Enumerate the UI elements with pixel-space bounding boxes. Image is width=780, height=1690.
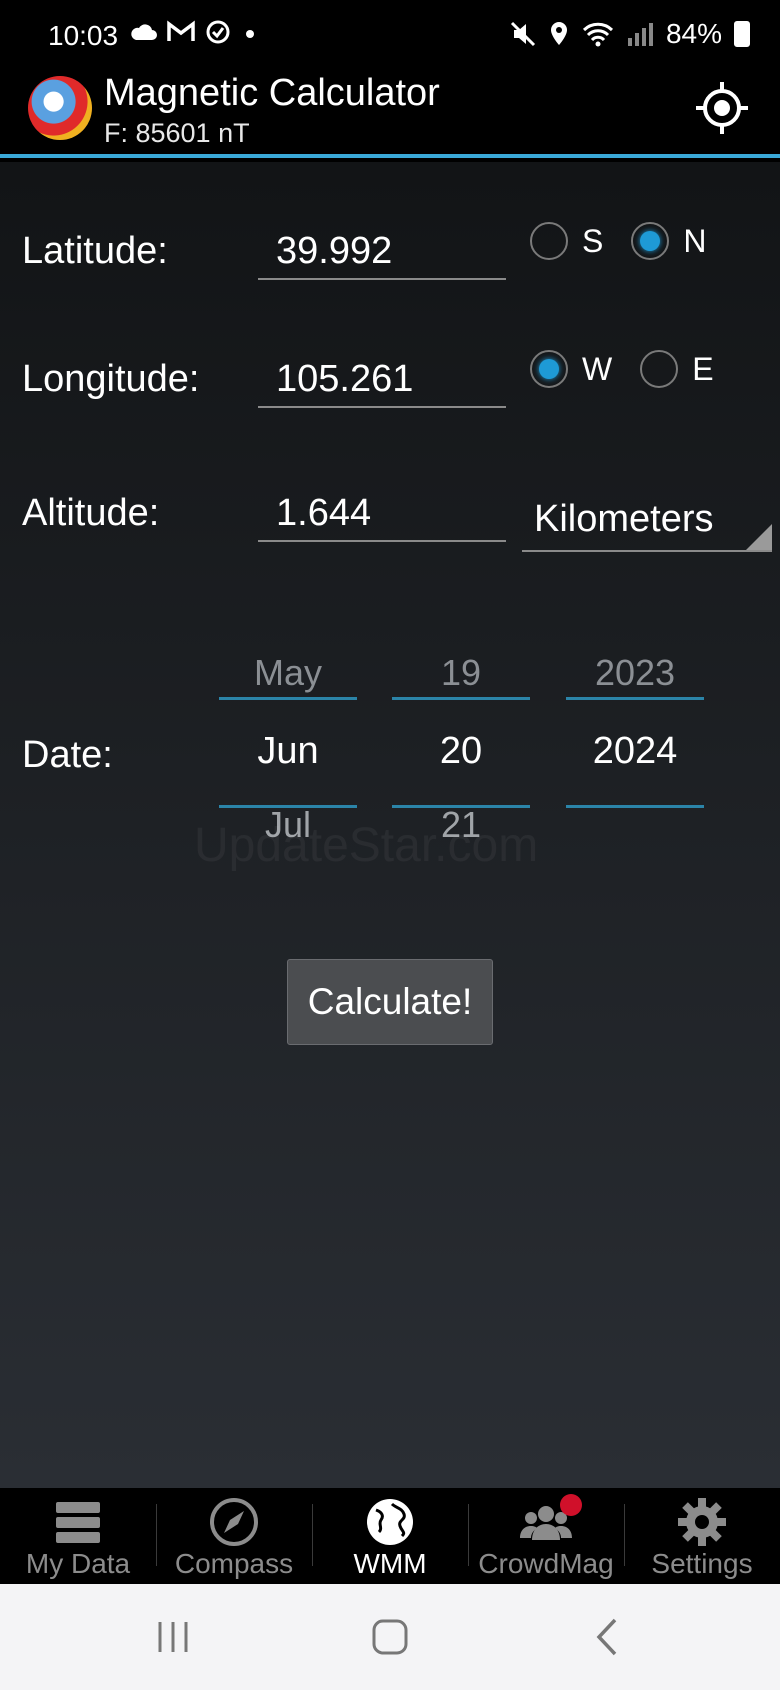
month-current: Jun: [257, 730, 319, 772]
longitude-value: 105.261: [276, 358, 414, 400]
calculate-button[interactable]: Calculate!: [287, 959, 493, 1045]
radio-south[interactable]: [530, 222, 568, 260]
date-label: Date:: [22, 734, 113, 776]
latitude-label: Latitude:: [22, 230, 168, 272]
back-icon[interactable]: [583, 1612, 633, 1662]
dropdown-arrow-icon: [746, 524, 772, 550]
app-title: Magnetic Calculator: [104, 72, 440, 114]
altitude-label: Altitude:: [22, 492, 160, 534]
nav-my-data-label: My Data: [25, 1548, 131, 1579]
battery-text: 84%: [665, 18, 722, 49]
month-divider-bottom: [219, 805, 357, 808]
month-divider-top: [219, 697, 357, 700]
nav-settings[interactable]: Settings: [624, 1488, 780, 1584]
status-icons-left: [128, 18, 260, 46]
altitude-value: 1.644: [276, 492, 372, 534]
field-strength-subtitle: F: 85601 nT: [104, 118, 250, 148]
nav-compass[interactable]: Compass: [156, 1488, 312, 1584]
gear-icon: [678, 1498, 726, 1546]
home-icon[interactable]: [365, 1612, 415, 1662]
nav-crowdmag[interactable]: CrowdMag: [468, 1488, 624, 1584]
latitude-value: 39.992: [276, 230, 393, 272]
crosshair-icon[interactable]: [694, 80, 750, 136]
compass-icon: [210, 1498, 258, 1546]
location-icon: [550, 22, 567, 45]
bottom-nav: My Data Compass WMM CrowdMag Settings: [0, 1488, 780, 1584]
year-current: 2024: [592, 730, 678, 772]
latitude-field[interactable]: 39.992: [258, 224, 506, 280]
day-current: 20: [439, 730, 483, 772]
nav-settings-label: Settings: [651, 1548, 753, 1579]
day-divider-top: [392, 697, 530, 700]
radio-east-label: E: [692, 350, 714, 387]
day-prev[interactable]: 19: [392, 652, 530, 694]
gmail-icon: [167, 20, 195, 41]
longitude-field[interactable]: 105.261: [258, 352, 506, 408]
globe-icon: [367, 1499, 413, 1545]
radio-north-label: N: [683, 222, 707, 259]
app-logo-icon: [28, 76, 92, 140]
radio-south-label: S: [582, 222, 604, 259]
year-picker[interactable]: 2023 2024: [566, 652, 704, 852]
signal-icon: [627, 23, 653, 46]
radio-east[interactable]: [640, 350, 679, 388]
longitude-hemisphere: W E: [530, 350, 742, 388]
recent-apps-icon[interactable]: [148, 1612, 198, 1662]
mute-icon: [510, 21, 536, 47]
nav-wmm[interactable]: WMM: [312, 1488, 468, 1584]
sync-icon: [206, 20, 230, 44]
year-divider-bottom: [566, 805, 704, 808]
database-icon: [56, 1502, 100, 1543]
radio-west[interactable]: [530, 350, 568, 388]
dot-icon: [246, 30, 254, 38]
year-prev[interactable]: 2023: [566, 652, 704, 694]
watermark: UpdateStar.com: [194, 819, 539, 872]
year-divider-top: [566, 697, 704, 700]
latitude-hemisphere: S N: [530, 222, 734, 260]
radio-west-label: W: [582, 350, 613, 387]
day-divider-bottom: [392, 805, 530, 808]
cloud-icon: [131, 24, 157, 40]
longitude-label: Longitude:: [22, 358, 200, 400]
altitude-unit-select[interactable]: Kilometers: [522, 490, 772, 552]
app-bar: Magnetic Calculator F: 85601 nT: [0, 60, 780, 158]
system-nav-bar: [0, 1584, 780, 1690]
status-time: 10:03: [48, 20, 119, 51]
altitude-field[interactable]: 1.644: [258, 486, 506, 542]
nav-compass-label: Compass: [174, 1548, 294, 1579]
wifi-icon: [582, 22, 614, 47]
notification-badge: [560, 1494, 582, 1516]
battery-icon: [734, 21, 750, 47]
month-prev[interactable]: May: [219, 652, 357, 694]
main-content: Latitude: 39.992 S N Longitude: 105.261 …: [0, 162, 780, 1488]
altitude-unit-value: Kilometers: [534, 498, 714, 540]
nav-wmm-label: WMM: [353, 1548, 427, 1579]
status-bar: 10:03 84%: [0, 0, 780, 60]
nav-my-data[interactable]: My Data: [0, 1488, 156, 1584]
radio-north[interactable]: [631, 222, 670, 260]
nav-crowdmag-label: CrowdMag: [478, 1548, 614, 1579]
status-icons-right: 84%: [510, 18, 750, 50]
